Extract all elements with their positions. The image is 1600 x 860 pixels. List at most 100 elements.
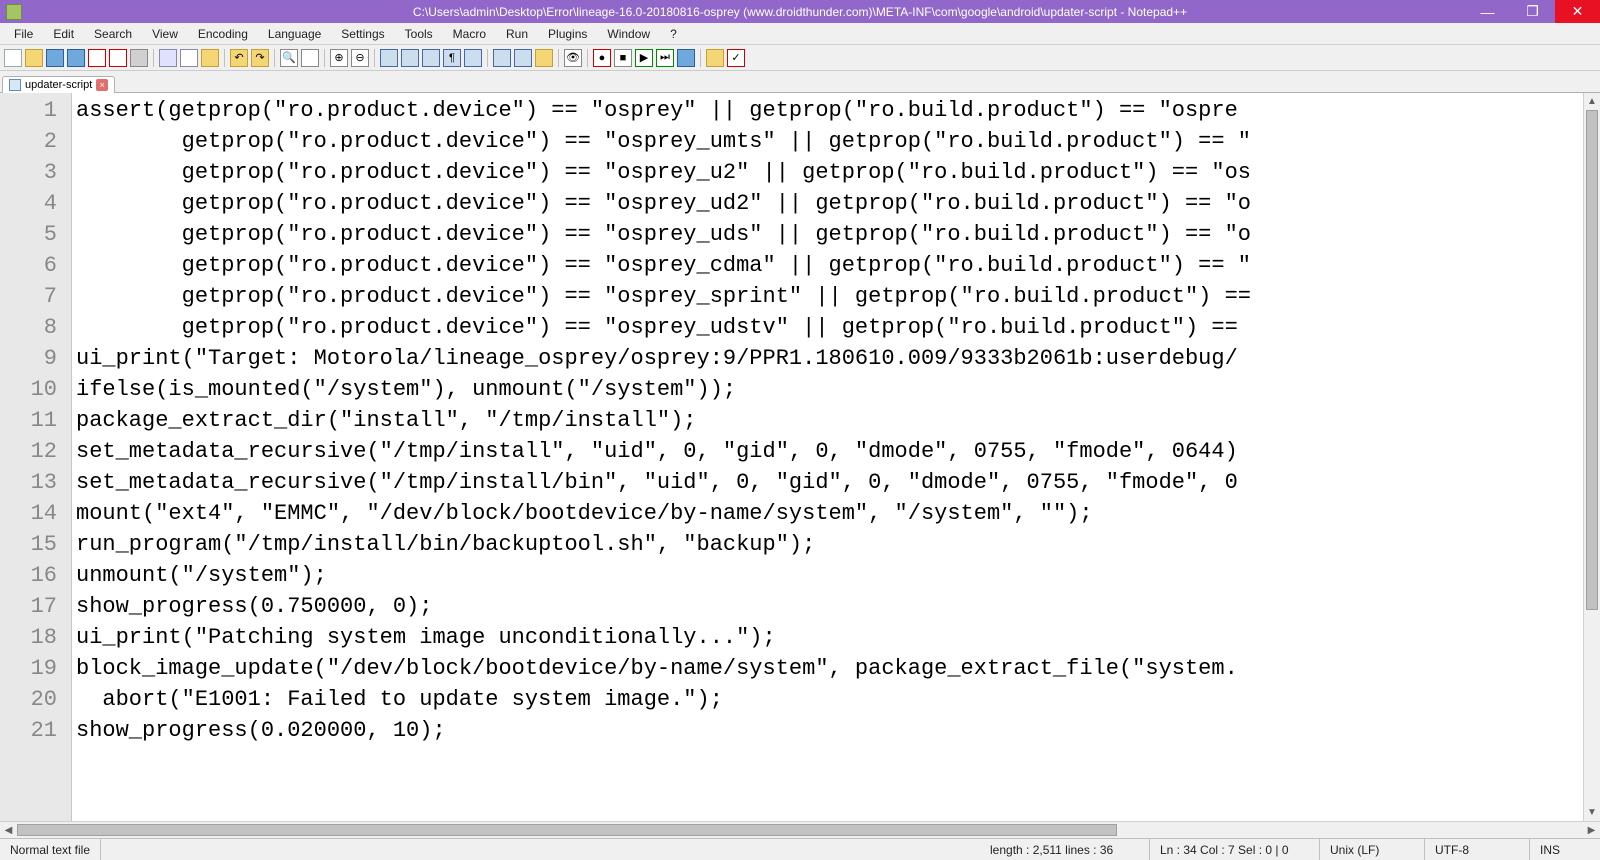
tab-label: updater-script [25, 79, 92, 91]
line-number: 10 [0, 374, 57, 405]
play-icon[interactable]: ▶ [635, 49, 653, 67]
record-icon[interactable]: ● [593, 49, 611, 67]
status-filetype: Normal text file [0, 839, 101, 860]
menu-settings[interactable]: Settings [331, 25, 394, 43]
spellcheck-icon[interactable]: ✓ [727, 49, 745, 67]
doc-map-icon[interactable] [493, 49, 511, 67]
line-number: 16 [0, 560, 57, 591]
title-bar: C:\Users\admin\Desktop\Error\lineage-16.… [0, 0, 1600, 23]
save-all-icon[interactable] [67, 49, 85, 67]
save-macro-icon[interactable] [677, 49, 695, 67]
tab-close-icon[interactable]: × [96, 79, 108, 91]
tab-updater-script[interactable]: updater-script × [2, 76, 115, 93]
toolbar-separator [700, 49, 701, 67]
misc-icon[interactable] [706, 49, 724, 67]
status-eol[interactable]: Unix (LF) [1320, 839, 1425, 860]
line-number: 19 [0, 653, 57, 684]
menu-file[interactable]: File [4, 25, 43, 43]
cut-icon[interactable] [159, 49, 177, 67]
toolbar-separator [487, 49, 488, 67]
toolbar: ↶↷ 🔍 ⊕⊖ ¶ 👁 ●■▶⏭ ✓ [0, 45, 1600, 71]
line-number: 5 [0, 219, 57, 250]
status-mode[interactable]: INS [1530, 839, 1600, 860]
toolbar-separator [558, 49, 559, 67]
toolbar-separator [274, 49, 275, 67]
new-file-icon[interactable] [4, 49, 22, 67]
undo-icon[interactable]: ↶ [230, 49, 248, 67]
toolbar-separator [587, 49, 588, 67]
menu-search[interactable]: Search [84, 25, 142, 43]
line-number: 1 [0, 95, 57, 126]
show-all-chars-icon[interactable]: ¶ [443, 49, 461, 67]
indent-guide-icon[interactable] [464, 49, 482, 67]
menu-edit[interactable]: Edit [43, 25, 84, 43]
open-file-icon[interactable] [25, 49, 43, 67]
hscroll-track[interactable] [17, 822, 1583, 838]
toolbar-separator [374, 49, 375, 67]
line-number: 7 [0, 281, 57, 312]
vertical-scrollbar[interactable]: ▲ ▼ [1583, 93, 1600, 821]
app-icon [6, 4, 22, 20]
line-number: 2 [0, 126, 57, 157]
line-number: 3 [0, 157, 57, 188]
status-position: Ln : 34 Col : 7 Sel : 0 | 0 [1150, 839, 1320, 860]
folder-panel-icon[interactable] [535, 49, 553, 67]
close-icon[interactable] [88, 49, 106, 67]
toolbar-separator [153, 49, 154, 67]
scroll-right-icon[interactable]: ▶ [1583, 822, 1600, 838]
tab-bar: updater-script × [0, 71, 1600, 93]
menu-encoding[interactable]: Encoding [188, 25, 258, 43]
stop-icon[interactable]: ■ [614, 49, 632, 67]
line-number: 14 [0, 498, 57, 529]
zoom-out-icon[interactable]: ⊖ [351, 49, 369, 67]
menu-macro[interactable]: Macro [443, 25, 496, 43]
line-number: 4 [0, 188, 57, 219]
menu-window[interactable]: Window [597, 25, 660, 43]
find-icon[interactable]: 🔍 [280, 49, 298, 67]
file-icon [9, 79, 21, 91]
scroll-up-icon[interactable]: ▲ [1584, 93, 1600, 110]
hscroll-thumb[interactable] [17, 824, 1117, 836]
line-number: 13 [0, 467, 57, 498]
sync-h-icon[interactable] [401, 49, 419, 67]
line-number: 15 [0, 529, 57, 560]
menu-plugins[interactable]: Plugins [538, 25, 597, 43]
menu-help[interactable]: ? [660, 25, 687, 43]
editor: 123456789101112131415161718192021 assert… [0, 93, 1600, 821]
wordwrap-icon[interactable] [422, 49, 440, 67]
status-encoding[interactable]: UTF-8 [1425, 839, 1530, 860]
zoom-in-icon[interactable]: ⊕ [330, 49, 348, 67]
menu-language[interactable]: Language [258, 25, 331, 43]
scroll-down-icon[interactable]: ▼ [1584, 804, 1600, 821]
menu-tools[interactable]: Tools [395, 25, 443, 43]
monitor-icon[interactable]: 👁 [564, 49, 582, 67]
line-number: 11 [0, 405, 57, 436]
replace-icon[interactable] [301, 49, 319, 67]
line-number: 17 [0, 591, 57, 622]
minimize-button[interactable]: — [1465, 0, 1510, 23]
scroll-thumb[interactable] [1586, 110, 1598, 610]
window-controls: — ❐ ✕ [1465, 0, 1600, 23]
code-area[interactable]: assert(getprop("ro.product.device") == "… [72, 93, 1583, 821]
copy-icon[interactable] [180, 49, 198, 67]
line-number: 12 [0, 436, 57, 467]
menu-run[interactable]: Run [496, 25, 538, 43]
func-list-icon[interactable] [514, 49, 532, 67]
scroll-left-icon[interactable]: ◀ [0, 822, 17, 838]
redo-icon[interactable]: ↷ [251, 49, 269, 67]
print-icon[interactable] [130, 49, 148, 67]
line-number: 6 [0, 250, 57, 281]
line-number: 9 [0, 343, 57, 374]
maximize-button[interactable]: ❐ [1510, 0, 1555, 23]
save-icon[interactable] [46, 49, 64, 67]
line-number-gutter: 123456789101112131415161718192021 [0, 93, 72, 821]
line-number: 8 [0, 312, 57, 343]
menu-view[interactable]: View [142, 25, 188, 43]
close-all-icon[interactable] [109, 49, 127, 67]
play-multi-icon[interactable]: ⏭ [656, 49, 674, 67]
horizontal-scrollbar[interactable]: ◀ ▶ [0, 821, 1600, 838]
sync-v-icon[interactable] [380, 49, 398, 67]
close-button[interactable]: ✕ [1555, 0, 1600, 23]
toolbar-separator [324, 49, 325, 67]
paste-icon[interactable] [201, 49, 219, 67]
